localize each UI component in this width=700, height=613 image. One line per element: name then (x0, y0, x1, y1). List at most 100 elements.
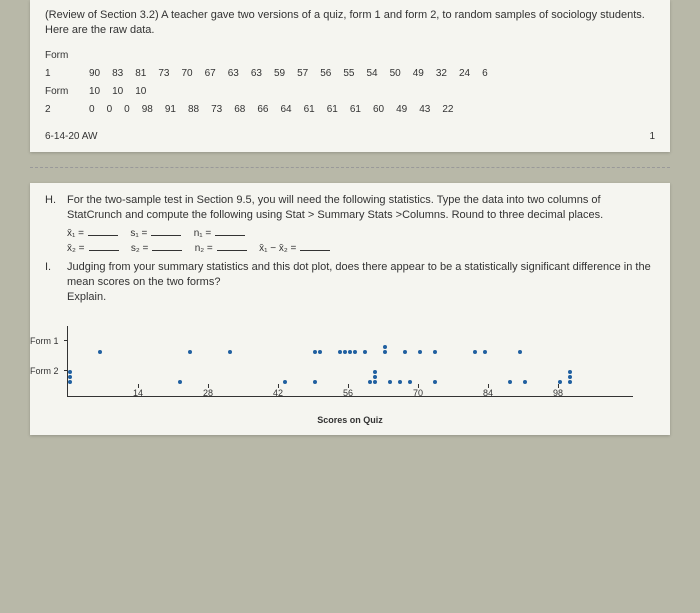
I-letter: I. (45, 260, 59, 306)
data-point (433, 350, 437, 354)
data-value: 22 (442, 101, 453, 119)
data-point (518, 350, 522, 354)
data-point (408, 380, 412, 384)
data-value: 68 (234, 101, 245, 119)
xbar1: x̄₁ = (67, 228, 84, 239)
n1: n₁ = (194, 228, 212, 239)
data-point (68, 375, 72, 379)
data-point (568, 380, 572, 384)
data-point (568, 375, 572, 379)
xbar2: x̄₂ = (67, 243, 85, 254)
data-value: 91 (165, 101, 176, 119)
data-value: 10 (112, 83, 123, 101)
data-value: 73 (211, 101, 222, 119)
data-point (373, 375, 377, 379)
s1: s₁ = (130, 228, 147, 239)
x-tick: 14 (133, 388, 143, 398)
data-point (188, 350, 192, 354)
data-value: 0 (89, 101, 95, 119)
data-value: 63 (251, 65, 262, 83)
data-value: 83 (112, 65, 123, 83)
x-tick: 56 (343, 388, 353, 398)
x-axis-label: Scores on Quiz (45, 415, 655, 425)
dot-plot: Form 1 Form 2 14284256708498 (67, 326, 633, 397)
x-tick: 84 (483, 388, 493, 398)
row2-label: 2 (45, 101, 77, 119)
stat-line-1: x̄₁ = s₁ = n₁ = (45, 228, 655, 239)
top-page: (Review of Section 3.2) A teacher gave t… (30, 0, 670, 152)
section-H: H. For the two-sample test in Section 9.… (45, 193, 655, 224)
data-point (228, 350, 232, 354)
H-letter: H. (45, 193, 59, 224)
data-value: 0 (107, 101, 113, 119)
raw-data-table: Form 1 908381737067636359575655545049322… (45, 47, 655, 119)
data-point (483, 350, 487, 354)
data-point (98, 350, 102, 354)
data-point (568, 370, 572, 374)
data-point (318, 350, 322, 354)
x-tick: 70 (413, 388, 423, 398)
row1-label: 1 (45, 65, 77, 83)
data-value: 88 (188, 101, 199, 119)
bottom-page: H. For the two-sample test in Section 9.… (30, 183, 670, 435)
data-value: 60 (373, 101, 384, 119)
data-point (508, 380, 512, 384)
page-divider (30, 167, 670, 168)
data-point (178, 380, 182, 384)
data-value: 50 (390, 65, 401, 83)
data-value: 90 (89, 65, 100, 83)
data-point (398, 380, 402, 384)
data-value: 64 (280, 101, 291, 119)
data-point (523, 380, 527, 384)
data-point (433, 380, 437, 384)
data-value: 98 (142, 101, 153, 119)
row1-values: 90838173706763635957565554504932246 (89, 65, 488, 83)
data-value: 70 (182, 65, 193, 83)
data-value: 10 (135, 83, 146, 101)
row-mid-values: 10 10 10 (89, 83, 146, 101)
section-I: I. Judging from your summary statistics … (45, 260, 655, 306)
data-point (403, 350, 407, 354)
data-value: 6 (482, 65, 488, 83)
explain-label: Explain. (67, 291, 106, 303)
I-text: Judging from your summary statistics and… (67, 260, 655, 306)
data-value: 67 (205, 65, 216, 83)
data-point (68, 370, 72, 374)
n2: n₂ = (195, 243, 213, 254)
row2-values: 0009891887368666461616160494322 (89, 101, 453, 119)
data-value: 55 (343, 65, 354, 83)
data-value: 43 (419, 101, 430, 119)
data-value: 66 (257, 101, 268, 119)
data-point (338, 350, 342, 354)
data-point (353, 350, 357, 354)
intro-text: (Review of Section 3.2) A teacher gave t… (45, 8, 655, 39)
data-value: 73 (158, 65, 169, 83)
data-value: 32 (436, 65, 447, 83)
data-value: 10 (89, 83, 100, 101)
data-value: 24 (459, 65, 470, 83)
form1-axis-label: Form 1 (30, 336, 59, 346)
x-tick: 98 (553, 388, 563, 398)
page-number: 1 (649, 131, 655, 142)
date-stamp: 6-14-20 AW (45, 131, 97, 142)
H-text: For the two-sample test in Section 9.5, … (67, 193, 655, 224)
data-value: 61 (350, 101, 361, 119)
data-value: 56 (320, 65, 331, 83)
data-point (313, 380, 317, 384)
data-point (473, 350, 477, 354)
data-value: 49 (413, 65, 424, 83)
data-point (283, 380, 287, 384)
data-value: 59 (274, 65, 285, 83)
data-value: 0 (124, 101, 130, 119)
data-value: 57 (297, 65, 308, 83)
data-value: 49 (396, 101, 407, 119)
xdiff: x̄₁ − x̄₂ = (259, 243, 296, 254)
s2: s₂ = (131, 243, 149, 254)
form2-axis-label: Form 2 (30, 366, 59, 376)
data-value: 61 (304, 101, 315, 119)
data-point (373, 380, 377, 384)
data-point (373, 370, 377, 374)
data-point (348, 350, 352, 354)
row-mid-label: Form (45, 83, 77, 101)
I-body: Judging from your summary statistics and… (67, 261, 651, 288)
